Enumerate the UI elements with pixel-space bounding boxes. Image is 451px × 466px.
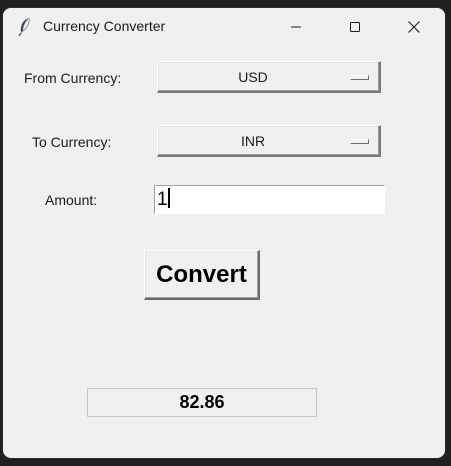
dropdown-indicator-icon bbox=[350, 75, 369, 80]
from-currency-label: From Currency: bbox=[24, 70, 122, 86]
window-frame: Currency Converter From Currency: USD To… bbox=[3, 8, 445, 458]
to-currency-dropdown[interactable]: INR bbox=[157, 125, 381, 157]
from-currency-value: USD bbox=[238, 69, 268, 85]
text-caret bbox=[167, 188, 170, 208]
dropdown-indicator-icon bbox=[350, 139, 369, 144]
close-button[interactable] bbox=[391, 8, 437, 46]
app-window: Currency Converter From Currency: USD To… bbox=[0, 0, 451, 466]
to-currency-label: To Currency: bbox=[32, 134, 112, 150]
minimize-icon bbox=[291, 26, 301, 28]
maximize-icon bbox=[350, 22, 360, 32]
result-value: 82.86 bbox=[179, 392, 225, 412]
feather-icon bbox=[18, 17, 30, 37]
minimize-button[interactable] bbox=[273, 8, 319, 46]
amount-value: 1 bbox=[157, 189, 168, 210]
amount-input[interactable]: 1 bbox=[154, 185, 385, 214]
title-bar[interactable]: Currency Converter bbox=[3, 8, 445, 46]
close-icon bbox=[408, 21, 420, 33]
maximize-button[interactable] bbox=[332, 8, 378, 46]
convert-button[interactable]: Convert bbox=[144, 250, 260, 300]
to-currency-value: INR bbox=[240, 133, 266, 149]
window-title: Currency Converter bbox=[43, 18, 166, 34]
result-display: 82.86 bbox=[87, 388, 317, 417]
amount-label: Amount: bbox=[45, 192, 98, 208]
from-currency-dropdown[interactable]: USD bbox=[157, 61, 381, 93]
